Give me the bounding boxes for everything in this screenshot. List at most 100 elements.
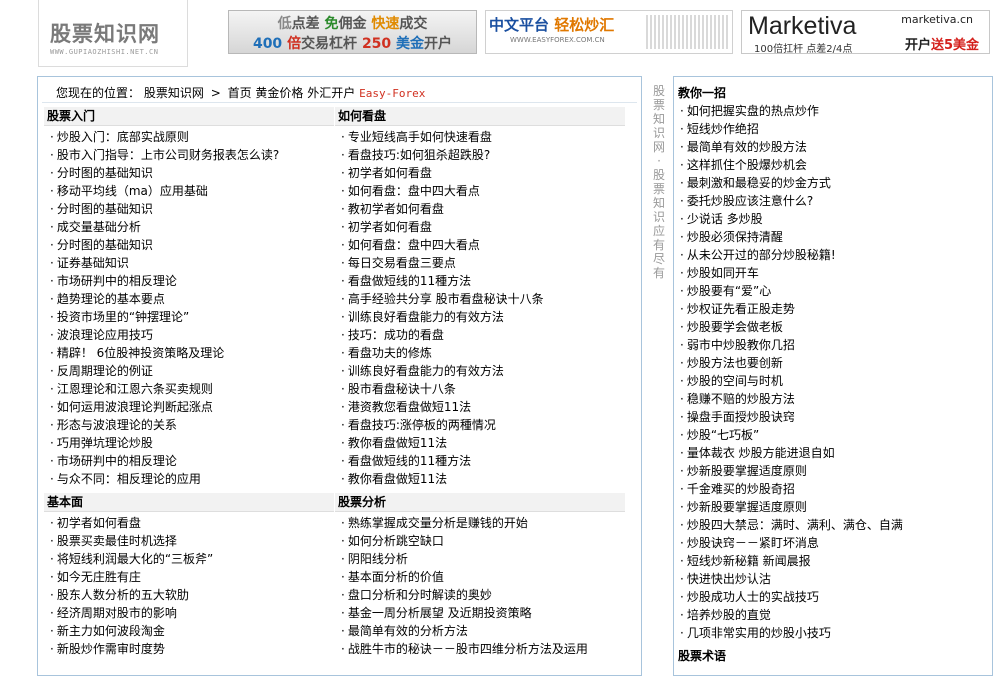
article-link[interactable]: 反周期理论的例证 bbox=[50, 362, 334, 380]
article-link[interactable]: 高手经验共分享 股市看盘秘诀十八条 bbox=[341, 290, 625, 308]
article-link[interactable]: 市场研判中的相反理论 bbox=[50, 272, 334, 290]
article-link[interactable]: 最刺激和最稳妥的炒金方式 bbox=[680, 174, 903, 192]
sidebar-next-title[interactable]: 股票术语 bbox=[678, 647, 726, 664]
article-link[interactable]: 股东人数分析的五大软肋 bbox=[50, 586, 334, 604]
section-title[interactable]: 如何看盘 bbox=[335, 107, 625, 126]
breadcrumb-easyforex-link[interactable]: Easy-Forex bbox=[359, 87, 425, 100]
article-link[interactable]: 分时图的基础知识 bbox=[50, 164, 334, 182]
article-link[interactable]: 教你看盘做短11法 bbox=[341, 434, 625, 452]
article-link[interactable]: 炒股必须保持清醒 bbox=[680, 228, 903, 246]
article-link[interactable]: 市场研判中的相反理论 bbox=[50, 452, 334, 470]
article-link[interactable]: 如何把握实盘的热点炒作 bbox=[680, 102, 903, 120]
article-link[interactable]: 委托炒股应该注意什么? bbox=[680, 192, 903, 210]
article-link[interactable]: 基金一周分析展望 及近期投资策略 bbox=[341, 604, 625, 622]
article-link[interactable]: 看盘做短线的11種方法 bbox=[341, 452, 625, 470]
article-link[interactable]: 这样抓住个股爆炒机会 bbox=[680, 156, 903, 174]
article-link[interactable]: 培养炒股的直觉 bbox=[680, 606, 903, 624]
article-link[interactable]: 港资教您看盘做短11法 bbox=[341, 398, 625, 416]
article-link[interactable]: 初学者如何看盘 bbox=[50, 514, 334, 532]
article-link[interactable]: 炒股“七巧板” bbox=[680, 426, 903, 444]
article-link[interactable]: 技巧：成功的看盘 bbox=[341, 326, 625, 344]
ad-banner-leverage[interactable]: 低点差 免佣金 快速成交 400 倍交易杠杆 250 美金开户 bbox=[228, 10, 477, 54]
article-link[interactable]: 炒新股要掌握适度原则 bbox=[680, 462, 903, 480]
article-link[interactable]: 股市入门指导：上市公司财务报表怎么读? bbox=[50, 146, 334, 164]
article-link[interactable]: 经济周期对股市的影响 bbox=[50, 604, 334, 622]
article-link[interactable]: 专业短线高手如何快速看盘 bbox=[341, 128, 625, 146]
ad-banner-marketiva[interactable]: Marketiva marketiva.cn 100倍扛杆 点差2/4点 开户送… bbox=[741, 10, 990, 54]
article-link[interactable]: 阴阳线分析 bbox=[341, 550, 625, 568]
sidebar-title[interactable]: 教你一招 bbox=[678, 84, 726, 101]
article-link[interactable]: 如今无庄胜有庄 bbox=[50, 568, 334, 586]
article-link[interactable]: 千金难买的炒股奇招 bbox=[680, 480, 903, 498]
article-link[interactable]: 基本面分析的价值 bbox=[341, 568, 625, 586]
article-link[interactable]: 将短线利润最大化的“三板斧” bbox=[50, 550, 334, 568]
breadcrumb-fx-link[interactable]: 外汇开户 bbox=[307, 86, 355, 100]
article-link[interactable]: 快进快出炒认沽 bbox=[680, 570, 903, 588]
article-link[interactable]: 移动平均线（ma）应用基础 bbox=[50, 182, 334, 200]
breadcrumb-site-link[interactable]: 股票知识网 bbox=[144, 86, 204, 100]
article-link[interactable]: 投资市场里的“钟摆理论” bbox=[50, 308, 334, 326]
section-title[interactable]: 股票入门 bbox=[44, 107, 334, 126]
article-link[interactable]: 炒股方法也要创新 bbox=[680, 354, 903, 372]
article-link[interactable]: 训练良好看盘能力的有效方法 bbox=[341, 308, 625, 326]
article-link[interactable]: 少说话 多炒股 bbox=[680, 210, 903, 228]
article-link[interactable]: 操盘手面授炒股诀窍 bbox=[680, 408, 903, 426]
article-link[interactable]: 最简单有效的炒股方法 bbox=[680, 138, 903, 156]
article-link[interactable]: 精辟！ 6位股神投资策略及理论 bbox=[50, 344, 334, 362]
article-link[interactable]: 弱市中炒股教你几招 bbox=[680, 336, 903, 354]
article-link[interactable]: 股市看盘秘诀十八条 bbox=[341, 380, 625, 398]
article-link[interactable]: 炒股成功人士的实战技巧 bbox=[680, 588, 903, 606]
article-link[interactable]: 看盘技巧:涨停板的两種情况 bbox=[341, 416, 625, 434]
article-link[interactable]: 几项非常实用的炒股小技巧 bbox=[680, 624, 903, 642]
article-link[interactable]: 训练良好看盘能力的有效方法 bbox=[341, 362, 625, 380]
article-link[interactable]: 炒权证先看正股走势 bbox=[680, 300, 903, 318]
article-link[interactable]: 趋势理论的基本要点 bbox=[50, 290, 334, 308]
site-logo[interactable]: 股票知识网 WWW.GUPIAOZHISHI.NET.CN bbox=[38, 0, 188, 67]
article-link[interactable]: 炒股入门：底部实战原则 bbox=[50, 128, 334, 146]
article-link[interactable]: 新主力如何波段淘金 bbox=[50, 622, 334, 640]
article-link[interactable]: 江恩理论和江恩六条买卖规则 bbox=[50, 380, 334, 398]
article-link[interactable]: 新股炒作需审时度势 bbox=[50, 640, 334, 658]
section-title[interactable]: 股票分析 bbox=[335, 493, 625, 512]
article-link[interactable]: 如何看盘：盘中四大看点 bbox=[341, 236, 625, 254]
article-link[interactable]: 形态与波浪理论的关系 bbox=[50, 416, 334, 434]
article-link[interactable]: 分时图的基础知识 bbox=[50, 200, 334, 218]
article-link[interactable]: 初学者如何看盘 bbox=[341, 164, 625, 182]
section-title[interactable]: 基本面 bbox=[44, 493, 334, 512]
breadcrumb-home-link[interactable]: 首页 bbox=[228, 86, 252, 100]
article-link[interactable]: 最简单有效的分析方法 bbox=[341, 622, 625, 640]
article-link[interactable]: 波浪理论应用技巧 bbox=[50, 326, 334, 344]
breadcrumb-gold-link[interactable]: 黄金价格 bbox=[255, 86, 303, 100]
article-link[interactable]: 短线炒作绝招 bbox=[680, 120, 903, 138]
article-link[interactable]: 稳赚不赔的炒股方法 bbox=[680, 390, 903, 408]
article-link[interactable]: 炒股四大禁忌：满时、满利、满仓、自满 bbox=[680, 516, 903, 534]
article-link[interactable]: 从未公开过的部分炒股秘籍! bbox=[680, 246, 903, 264]
article-link[interactable]: 初学者如何看盘 bbox=[341, 218, 625, 236]
article-link[interactable]: 与众不同：相反理论的应用 bbox=[50, 470, 334, 488]
article-link[interactable]: 分时图的基础知识 bbox=[50, 236, 334, 254]
article-link[interactable]: 成交量基础分析 bbox=[50, 218, 334, 236]
ad-banner-easyforex[interactable]: 中文平台 轻松炒汇 WWW.EASYFOREX.COM.CN bbox=[485, 10, 733, 54]
article-link[interactable]: 炒股如同开车 bbox=[680, 264, 903, 282]
article-link[interactable]: 教初学者如何看盘 bbox=[341, 200, 625, 218]
article-link[interactable]: 巧用弹坑理论炒股 bbox=[50, 434, 334, 452]
article-link[interactable]: 炒股诀窍－－紧盯坏消息 bbox=[680, 534, 903, 552]
article-link[interactable]: 股票买卖最佳时机选择 bbox=[50, 532, 334, 550]
article-link[interactable]: 熟练掌握成交量分析是赚钱的开始 bbox=[341, 514, 625, 532]
article-link[interactable]: 看盘做短线的11種方法 bbox=[341, 272, 625, 290]
article-link[interactable]: 炒新股要掌握适度原则 bbox=[680, 498, 903, 516]
article-link[interactable]: 证券基础知识 bbox=[50, 254, 334, 272]
article-link[interactable]: 战胜牛市的秘诀－－股市四维分析方法及运用 bbox=[341, 640, 625, 658]
article-link[interactable]: 量体裁衣 炒股方能进退自如 bbox=[680, 444, 903, 462]
article-link[interactable]: 炒股要学会做老板 bbox=[680, 318, 903, 336]
article-link[interactable]: 看盘技巧:如何狙杀超跌股? bbox=[341, 146, 625, 164]
article-link[interactable]: 如何运用波浪理论判断起涨点 bbox=[50, 398, 334, 416]
article-link[interactable]: 如何看盘：盘中四大看点 bbox=[341, 182, 625, 200]
article-link[interactable]: 每日交易看盘三要点 bbox=[341, 254, 625, 272]
article-link[interactable]: 炒股要有“爱”心 bbox=[680, 282, 903, 300]
article-link[interactable]: 短线炒新秘籍 新闻晨报 bbox=[680, 552, 903, 570]
article-link[interactable]: 如何分析跳空缺口 bbox=[341, 532, 625, 550]
article-link[interactable]: 炒股的空间与时机 bbox=[680, 372, 903, 390]
article-link[interactable]: 盘口分析和分时解读的奥妙 bbox=[341, 586, 625, 604]
article-link[interactable]: 看盘功夫的修炼 bbox=[341, 344, 625, 362]
